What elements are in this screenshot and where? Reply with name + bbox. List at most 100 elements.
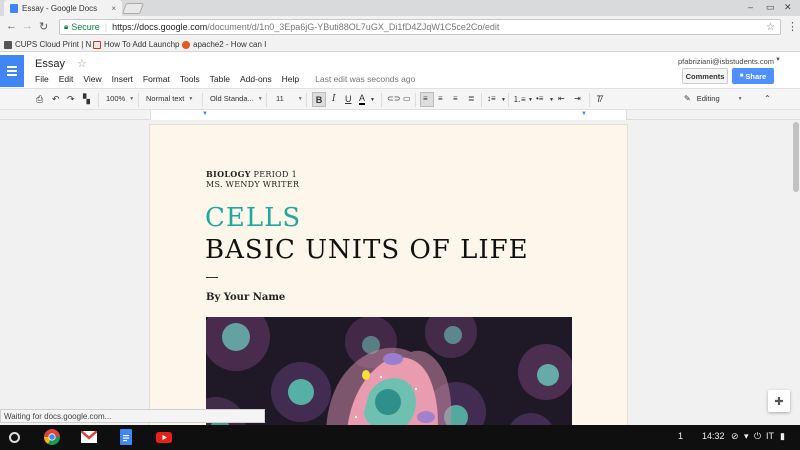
redo-icon[interactable]: ↷: [67, 94, 75, 105]
collapse-menus-icon[interactable]: ⌃: [764, 94, 771, 103]
wifi-icon[interactable]: ▾: [744, 431, 749, 442]
document-canvas[interactable]: BIOLOGY PERIOD 1 MS. WENDY WRITER CELLS …: [0, 120, 800, 425]
chrome-app-icon[interactable]: [42, 428, 62, 446]
battery-icon[interactable]: ▮: [780, 431, 785, 442]
menu-tools[interactable]: Tools: [180, 74, 200, 84]
paint-format-icon[interactable]: ▚: [83, 94, 90, 105]
toolbar-divider: [202, 93, 203, 107]
scrollbar-thumb[interactable]: [793, 122, 799, 192]
style-select[interactable]: Normal text ▼: [146, 94, 193, 103]
bookmark-site-icon: [93, 40, 101, 49]
decrease-indent-icon[interactable]: ⇤: [558, 94, 565, 103]
right-indent-marker-icon[interactable]: ▼: [581, 111, 587, 117]
gmail-app-icon[interactable]: [79, 428, 99, 446]
navigation-bar: ← → ↻ 🔒︎ Secure | https://docs.google.co…: [0, 16, 800, 38]
forward-icon[interactable]: →: [22, 20, 33, 32]
numbered-list-icon[interactable]: ⒈≡: [513, 94, 526, 105]
clear-formatting-icon[interactable]: T̸: [596, 94, 602, 104]
explore-button[interactable]: ✚: [768, 390, 790, 412]
menu-edit[interactable]: Edit: [59, 74, 74, 84]
subject-name: BIOLOGY: [206, 169, 251, 179]
align-justify-icon[interactable]: ≣: [468, 94, 475, 103]
comments-button[interactable]: Comments: [682, 68, 728, 84]
star-document-icon[interactable]: ☆: [77, 57, 87, 70]
bold-button[interactable]: B: [312, 92, 326, 107]
editing-mode-select[interactable]: ✎ Editing ▼: [684, 94, 743, 103]
docs-header: Essay ☆ File Edit View Insert Format Too…: [0, 52, 800, 88]
chevron-down-icon[interactable]: ▼: [549, 97, 554, 103]
chevron-down-icon[interactable]: ▼: [370, 97, 375, 103]
tab-strip: Essay - Google Docs × – ▭ ✕: [0, 0, 800, 16]
account-dropdown-icon[interactable]: ▼: [775, 57, 781, 63]
menu-view[interactable]: View: [83, 74, 101, 84]
menu-help[interactable]: Help: [282, 74, 299, 84]
lock-icon: 🔒︎: [64, 22, 69, 31]
increase-indent-icon[interactable]: ⇥: [574, 94, 581, 103]
account-email[interactable]: pfabriziani@isbstudents.com: [678, 57, 774, 66]
teacher-line: MS. WENDY WRITER: [206, 180, 300, 189]
comment-icon[interactable]: ▭: [403, 94, 411, 103]
explore-icon: ✚: [774, 395, 784, 408]
document-title[interactable]: Essay: [35, 58, 65, 70]
document-page[interactable]: BIOLOGY PERIOD 1 MS. WENDY WRITER CELLS …: [150, 125, 627, 425]
menu-table[interactable]: Table: [210, 74, 230, 84]
address-bar[interactable]: 🔒︎ Secure | https://docs.google.com /doc…: [59, 19, 781, 35]
askubuntu-icon: [182, 40, 190, 49]
bookmark-cups[interactable]: CUPS Cloud Print | N: [4, 40, 91, 49]
new-tab-button[interactable]: [121, 3, 145, 14]
ruler-page-width: [150, 110, 627, 120]
bulleted-list-icon[interactable]: •≡: [536, 94, 543, 103]
reload-icon[interactable]: ↻: [39, 20, 48, 33]
vertical-scrollbar[interactable]: [792, 120, 800, 425]
ruler[interactable]: ▼ ▼: [0, 110, 800, 120]
font-value: Old Standa...: [210, 94, 254, 103]
youtube-app-icon[interactable]: [154, 428, 174, 446]
notification-count[interactable]: 1: [678, 431, 683, 441]
notifications-off-icon[interactable]: ⊘: [731, 431, 739, 442]
chevron-down-icon[interactable]: ▼: [528, 97, 533, 103]
font-size-select[interactable]: 11 ▼: [276, 94, 303, 103]
text-color-button[interactable]: A: [359, 94, 366, 105]
back-icon[interactable]: ←: [6, 20, 17, 32]
chevron-down-icon: ▼: [297, 95, 303, 102]
docs-app-icon[interactable]: [116, 428, 136, 446]
menu-insert[interactable]: Insert: [112, 74, 133, 84]
clock[interactable]: 14:32: [702, 431, 725, 441]
print-icon[interactable]: ⎙: [36, 94, 43, 105]
menu-addons[interactable]: Add-ons: [240, 74, 272, 84]
toolbar-divider: [138, 93, 139, 107]
align-right-icon[interactable]: ≡: [453, 94, 458, 103]
bookmark-star-icon[interactable]: ☆: [766, 22, 775, 33]
menu-format[interactable]: Format: [143, 74, 170, 84]
underline-button[interactable]: U: [345, 94, 352, 104]
align-center-icon[interactable]: ≡: [438, 94, 443, 103]
line-spacing-icon[interactable]: ↕≡: [487, 94, 496, 103]
chrome-menu-icon[interactable]: ⋮: [787, 20, 798, 33]
link-icon[interactable]: ⊂⊃: [387, 94, 400, 103]
menu-file[interactable]: File: [35, 74, 49, 84]
bookmark-apache[interactable]: apache2 - How can I: [182, 40, 266, 49]
docs-home-icon[interactable]: [0, 55, 24, 87]
font-select[interactable]: Old Standa... ▼: [210, 94, 263, 103]
tab-close-icon[interactable]: ×: [111, 4, 116, 13]
bookmark-launchpad[interactable]: How To Add Launchp: [93, 40, 179, 49]
zoom-select[interactable]: 100% ▼: [106, 94, 134, 103]
minimize-icon[interactable]: –: [748, 2, 753, 12]
maximize-icon[interactable]: ▭: [766, 2, 775, 13]
launcher-icon[interactable]: [9, 432, 20, 443]
close-window-icon[interactable]: ✕: [784, 2, 792, 13]
last-edit-status[interactable]: Last edit was seconds ago: [315, 74, 415, 84]
chevron-down-icon: ▼: [257, 95, 263, 102]
share-label: Share: [745, 71, 767, 81]
italic-button[interactable]: I: [332, 94, 336, 104]
toolbar-divider: [381, 93, 382, 107]
chevron-down-icon[interactable]: ▼: [501, 97, 506, 103]
left-indent-marker-icon[interactable]: ▼: [202, 111, 208, 117]
keyboard-locale[interactable]: IT: [766, 431, 774, 441]
undo-icon[interactable]: ↶: [52, 94, 60, 105]
power-icon[interactable]: ⏻: [754, 431, 761, 442]
formatting-toolbar: ⎙ ↶ ↷ ▚ 100% ▼ Normal text ▼ Old Standa...…: [0, 88, 800, 110]
browser-tab-essay[interactable]: Essay - Google Docs ×: [4, 0, 122, 16]
share-button[interactable]: ■ Share: [732, 68, 774, 84]
toolbar-divider: [415, 93, 416, 107]
